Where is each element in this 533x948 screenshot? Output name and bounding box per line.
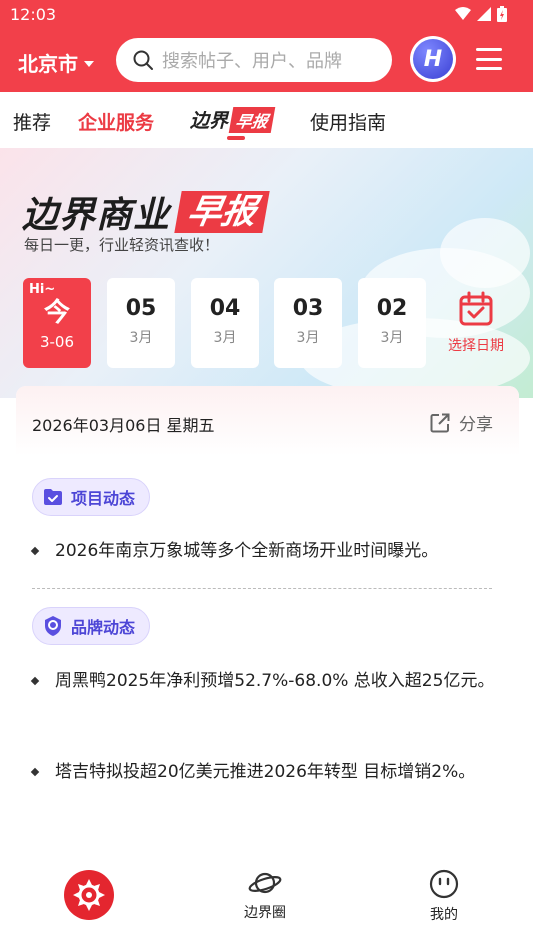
section-divider <box>32 588 492 589</box>
date-item[interactable]: 02 3月 <box>358 278 426 368</box>
banner-title: 边界商业 早报 <box>22 186 270 238</box>
tab-recommend[interactable]: 推荐 <box>13 108 51 135</box>
home-logo-button[interactable] <box>64 870 114 920</box>
section-title: 品牌动态 <box>71 618 136 637</box>
share-button[interactable]: 分享 <box>429 410 493 435</box>
date-item[interactable]: 04 3月 <box>191 278 259 368</box>
status-icons <box>455 6 507 22</box>
nav-label: 边界圈 <box>244 905 286 921</box>
date-month: 3月 <box>380 330 404 346</box>
date-month: 3月 <box>213 330 237 346</box>
tab-morning-report-main: 边界 <box>190 110 229 132</box>
date-today-label: 今 <box>43 298 70 328</box>
tab-morning-report[interactable]: 边界 早报 <box>190 106 276 133</box>
list-item[interactable]: 周黑鸭2025年净利预增52.7%-68.0% 总收入超25亿元。 <box>30 662 502 700</box>
report-card-header: 2026年03月06日 星期五 分享 <box>16 386 519 456</box>
avatar[interactable]: H <box>410 36 456 82</box>
search-input[interactable]: 搜索帖子、用户、品牌 <box>116 38 392 82</box>
menu-icon[interactable] <box>476 48 502 70</box>
list-item-text: 塔吉特拟投超20亿美元推进2026年转型 目标增销2%。 <box>55 762 476 782</box>
share-icon <box>430 413 450 432</box>
section-title: 项目动态 <box>71 489 136 508</box>
date-today-date: 3-06 <box>39 333 75 351</box>
folder-check-icon <box>44 489 62 505</box>
category-tabs: 推荐 企业服务 边界 早报 使用指南 <box>0 92 533 148</box>
nav-label: 我的 <box>430 907 458 923</box>
tab-enterprise-service[interactable]: 企业服务 <box>78 108 154 135</box>
share-label: 分享 <box>459 415 493 435</box>
banner-subtitle: 每日一更，行业轻资讯查收！ <box>24 236 220 254</box>
badge-icon <box>45 616 61 636</box>
date-today-hi: Hi~ <box>29 282 56 297</box>
date-day: 04 <box>209 296 241 321</box>
list-item-text: 周黑鸭2025年净利预增52.7%-68.0% 总收入超25亿元。 <box>55 671 495 691</box>
report-date: 2026年03月06日 星期五 <box>32 416 215 435</box>
wifi-icon <box>455 7 471 20</box>
list-item[interactable]: 塔吉特拟投超20亿美元推进2026年转型 目标增销2%。 <box>30 753 502 791</box>
date-today[interactable]: Hi~ 今 3-06 <box>23 278 91 368</box>
morning-report-banner: 边界商业 早报 每日一更，行业轻资讯查收！ Hi~ 今 3-06 05 3月 0… <box>0 148 533 398</box>
list-item-text: 2026年南京万象城等多个全新商场开业时间曝光。 <box>55 541 439 561</box>
app-logo-icon <box>73 879 105 911</box>
status-time: 12:03 <box>10 5 57 24</box>
date-item[interactable]: 05 3月 <box>107 278 175 368</box>
pick-date-button[interactable]: 选择日期 <box>444 291 508 355</box>
city-label: 北京市 <box>18 52 78 76</box>
cloud-decoration <box>440 218 530 288</box>
section-chip-project: 项目动态 <box>32 478 151 516</box>
app-header: 北京市 搜索帖子、用户、品牌 H <box>0 30 533 92</box>
banner-title-main: 边界商业 <box>22 195 171 236</box>
date-day: 05 <box>125 296 157 321</box>
top-bar: 12:03 北京市 搜索帖子、用户、品牌 H <box>0 0 533 92</box>
smiley-icon <box>429 869 459 899</box>
tab-morning-report-badge: 早报 <box>228 106 276 133</box>
banner-title-badge: 早报 <box>174 191 270 233</box>
nav-me[interactable]: 我的 <box>428 868 460 924</box>
tab-user-guide[interactable]: 使用指南 <box>310 108 386 135</box>
date-item[interactable]: 03 3月 <box>274 278 342 368</box>
date-day: 02 <box>376 296 408 321</box>
city-selector[interactable]: 北京市 <box>18 48 94 77</box>
signal-icon <box>477 7 491 21</box>
search-placeholder: 搜索帖子、用户、品牌 <box>162 51 342 72</box>
list-item[interactable]: 2026年南京万象城等多个全新商场开业时间曝光。 <box>30 532 502 570</box>
calendar-check-icon <box>459 291 493 326</box>
status-bar: 12:03 <box>0 0 533 30</box>
active-tab-indicator <box>227 136 245 140</box>
report-card: 2026年03月06日 星期五 分享 项目动态 2026年南京万象城等多个全新商… <box>16 386 519 846</box>
section-chip-brand: 品牌动态 <box>32 607 151 645</box>
date-month: 3月 <box>296 330 320 346</box>
date-month: 3月 <box>129 330 153 346</box>
nav-boundary-circle[interactable]: 边界圈 <box>244 868 286 922</box>
pick-date-label: 选择日期 <box>448 338 504 354</box>
search-icon <box>133 50 153 70</box>
date-day: 03 <box>292 296 324 321</box>
avatar-letter: H <box>413 39 453 79</box>
battery-icon <box>497 6 507 22</box>
bottom-nav: 边界圈 我的 <box>0 848 533 948</box>
planet-icon <box>248 872 282 894</box>
caret-down-icon <box>84 61 94 67</box>
